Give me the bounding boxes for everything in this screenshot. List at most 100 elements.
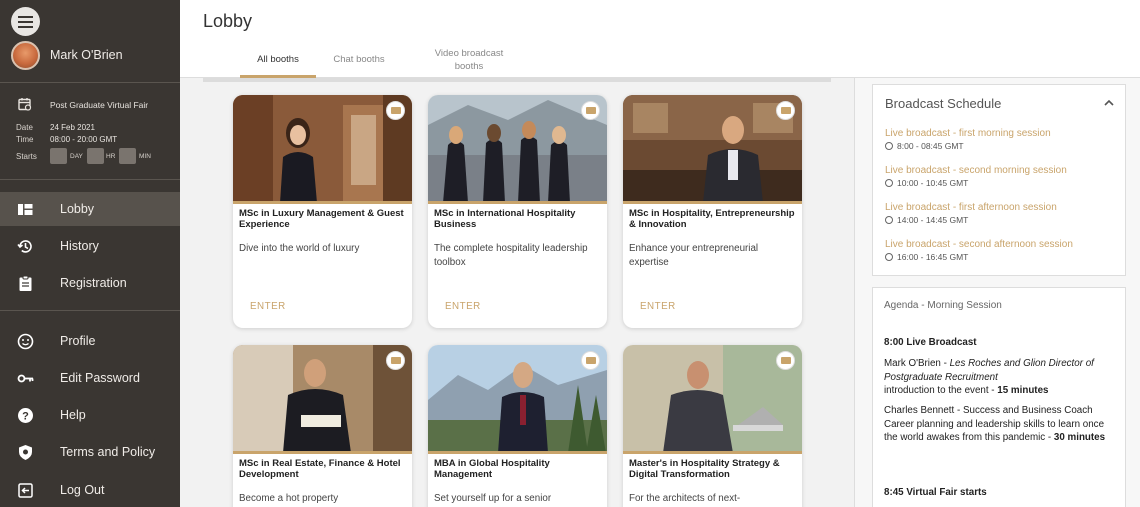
user-name: Mark O'Brien xyxy=(50,48,123,62)
booth-description: For the architects of next- xyxy=(629,493,741,504)
booth-description: Set yourself up for a senior xyxy=(434,493,552,504)
countdown-min-box xyxy=(119,148,136,164)
booth-card[interactable]: MSc in Luxury Management & Guest Experie… xyxy=(233,95,412,328)
schedule-session[interactable]: Live broadcast - first morning session 8… xyxy=(885,128,1051,151)
clipboard-icon xyxy=(19,275,32,291)
schedule-title: Broadcast Schedule xyxy=(885,96,1002,111)
booth-card[interactable]: MSc in Real Estate, Finance & Hotel Deve… xyxy=(233,345,412,507)
tab-all-booths[interactable]: All booths xyxy=(240,54,316,65)
agenda-item-body: Charles Bennett - Success and Business C… xyxy=(884,404,1116,445)
chat-icon xyxy=(776,101,795,120)
nav-item-help[interactable]: ? Help xyxy=(0,398,180,432)
booth-description: Dive into the world of luxury xyxy=(239,243,360,254)
session-time: 8:00 - 08:45 GMT xyxy=(885,141,1051,151)
history-icon xyxy=(17,240,32,253)
nav-item-history[interactable]: History xyxy=(0,229,180,263)
divider xyxy=(0,179,180,180)
help-icon: ? xyxy=(18,408,33,423)
session-time: 10:00 - 10:45 GMT xyxy=(885,178,1067,188)
session-name[interactable]: Live broadcast - second afternoon sessio… xyxy=(885,239,1073,250)
enter-button[interactable]: ENTER xyxy=(250,301,286,312)
countdown-min-label: MIN xyxy=(139,153,151,160)
agenda-item-heading: 8:45 Virtual Fair starts xyxy=(884,486,1116,500)
nav-label: History xyxy=(60,239,99,253)
session-time-text: 8:00 - 08:45 GMT xyxy=(897,141,964,151)
smiley-icon xyxy=(17,333,34,350)
chat-icon xyxy=(581,101,600,120)
time-value: 08:00 - 20:00 GMT xyxy=(50,135,118,144)
date-label: Date xyxy=(16,123,33,132)
booth-card[interactable]: Master's in Hospitality Strategy & Digit… xyxy=(623,345,802,507)
chat-icon xyxy=(386,351,405,370)
schedule-session[interactable]: Live broadcast - second afternoon sessio… xyxy=(885,239,1073,262)
tabs-shadow xyxy=(203,78,831,82)
schedule-session[interactable]: Live broadcast - first afternoon session… xyxy=(885,202,1057,225)
countdown-day-box xyxy=(50,148,67,164)
session-time-text: 10:00 - 10:45 GMT xyxy=(897,178,969,188)
clock-icon xyxy=(885,216,893,224)
booth-title: MSc in Real Estate, Finance & Hotel Deve… xyxy=(239,458,401,480)
card-accent-line xyxy=(623,451,802,454)
hamburger-menu-icon[interactable] xyxy=(11,7,40,36)
tab-video-broadcast-booths[interactable]: Video broadcast booths xyxy=(423,47,515,73)
booth-title: MSc in Luxury Management & Guest Experie… xyxy=(239,208,404,230)
session-name[interactable]: Live broadcast - first afternoon session xyxy=(885,202,1057,213)
key-icon xyxy=(17,374,34,383)
card-accent-line xyxy=(428,451,607,454)
logout-icon xyxy=(18,483,33,498)
agenda-duration: 30 minutes xyxy=(1053,432,1106,443)
countdown-hour-label: HR xyxy=(106,153,116,160)
booth-card[interactable]: MSc in Hospitality, Entrepreneurship & I… xyxy=(623,95,802,328)
nav-label: Edit Password xyxy=(60,371,140,385)
session-name[interactable]: Live broadcast - first morning session xyxy=(885,128,1051,139)
session-time: 14:00 - 14:45 GMT xyxy=(885,215,1057,225)
agenda-item-body: Mark O'Brien - Les Roches and Glion Dire… xyxy=(884,357,1116,398)
date-value: 24 Feb 2021 xyxy=(50,123,95,132)
avatar[interactable] xyxy=(11,41,40,70)
session-time-text: 16:00 - 16:45 GMT xyxy=(897,252,969,262)
divider xyxy=(0,82,180,83)
nav-item-edit-password[interactable]: Edit Password xyxy=(0,361,180,395)
booth-card[interactable]: MSc in International Hospitality Busines… xyxy=(428,95,607,328)
enter-button[interactable]: ENTER xyxy=(445,301,481,312)
session-name[interactable]: Live broadcast - second morning session xyxy=(885,165,1067,176)
countdown-hour-box xyxy=(87,148,104,164)
nav-item-terms[interactable]: Terms and Policy xyxy=(0,435,180,469)
agenda-description: introduction to the event - xyxy=(884,385,998,396)
booth-description: Enhance your entrepreneurial expertise xyxy=(629,243,759,268)
clock-icon xyxy=(885,142,893,150)
nav-label: Help xyxy=(60,408,86,422)
nav-item-lobby[interactable]: Lobby xyxy=(0,192,180,226)
clock-icon xyxy=(885,179,893,187)
nav-label: Profile xyxy=(60,334,96,348)
nav-item-registration[interactable]: Registration xyxy=(0,266,180,300)
booth-title: MSc in Hospitality, Entrepreneurship & I… xyxy=(629,208,795,230)
time-label: Time xyxy=(16,135,34,144)
nav-label: Registration xyxy=(60,276,127,290)
dashboard-icon xyxy=(18,204,33,215)
clock-icon xyxy=(885,253,893,261)
agenda-speaker: Mark O'Brien - xyxy=(884,358,950,369)
nav-label: Terms and Policy xyxy=(60,445,156,459)
tab-chat-booths[interactable]: Chat booths xyxy=(325,54,393,65)
nav-label: Log Out xyxy=(60,483,105,497)
booth-card[interactable]: MBA in Global Hospitality Management Set… xyxy=(428,345,607,507)
agenda-item-heading: 8:00 Live Broadcast xyxy=(884,336,1116,350)
broadcast-schedule-panel: Broadcast Schedule Live broadcast - firs… xyxy=(872,84,1126,276)
booth-description: The complete hospitality leadership tool… xyxy=(434,243,588,268)
svg-text:?: ? xyxy=(22,411,29,423)
schedule-session[interactable]: Live broadcast - second morning session … xyxy=(885,165,1067,188)
nav-item-logout[interactable]: Log Out xyxy=(0,473,180,507)
card-accent-line xyxy=(233,451,412,454)
agenda-heading-text: 8:45 Virtual Fair starts xyxy=(884,487,987,498)
card-accent-line xyxy=(623,201,802,204)
card-accent-line xyxy=(428,201,607,204)
nav-item-profile[interactable]: Profile xyxy=(0,324,180,358)
chat-icon xyxy=(386,101,405,120)
booth-description: Become a hot property xyxy=(239,493,339,504)
booth-title: MBA in Global Hospitality Management xyxy=(434,458,550,480)
chevron-up-icon[interactable] xyxy=(1103,97,1115,109)
event-name: Post Graduate Virtual Fair xyxy=(50,100,149,110)
nav-label: Lobby xyxy=(60,202,95,216)
enter-button[interactable]: ENTER xyxy=(640,301,676,312)
